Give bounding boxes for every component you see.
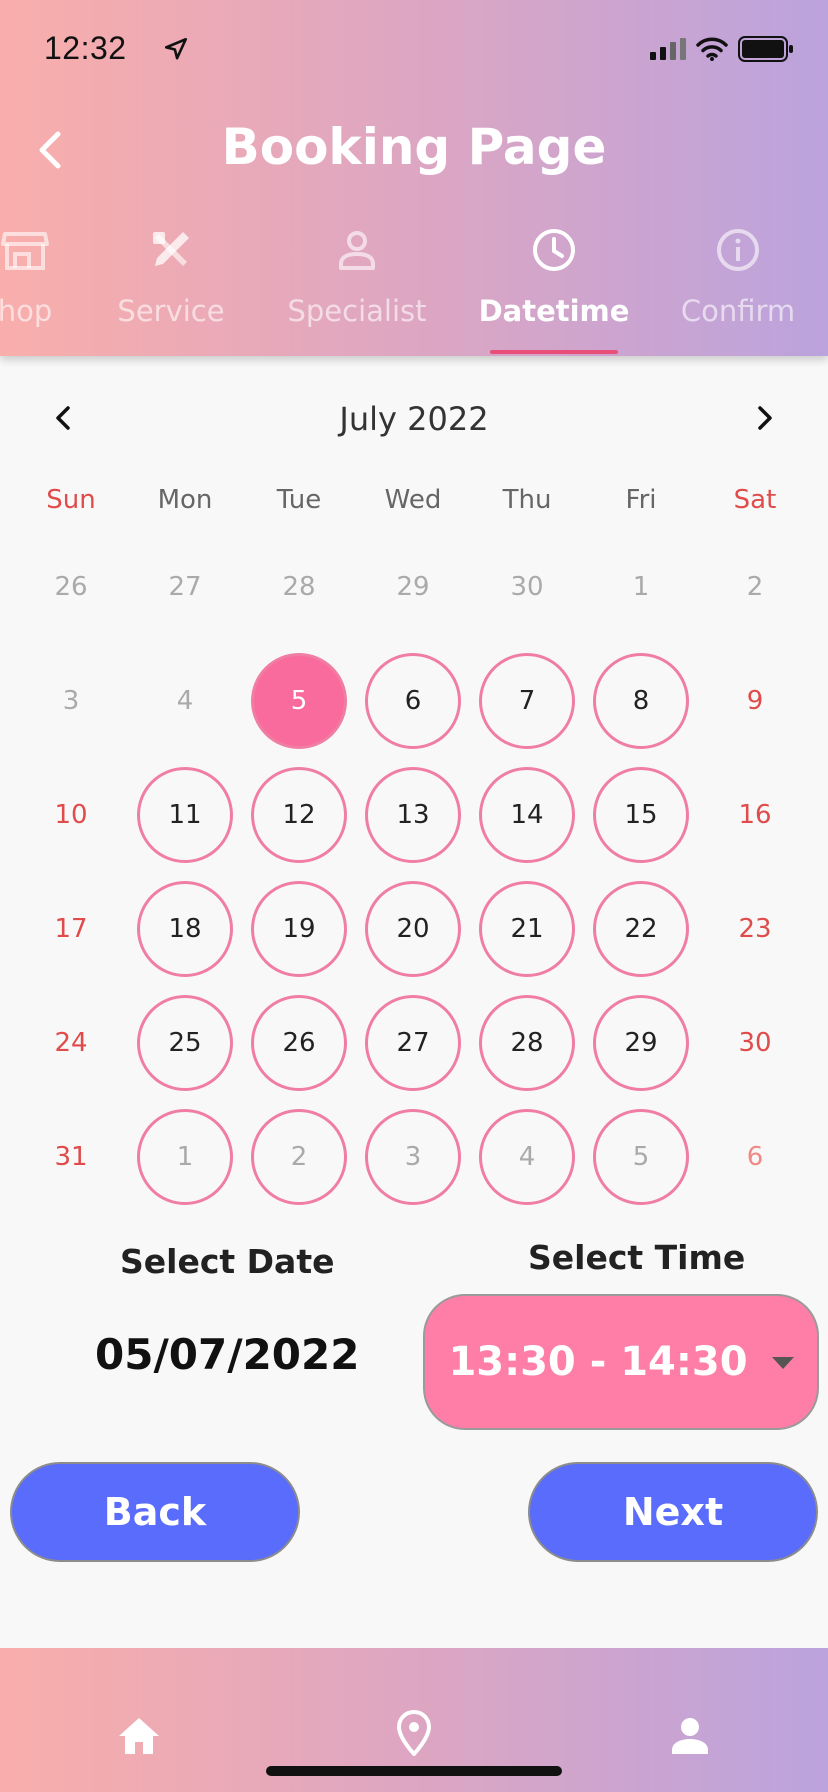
calendar-day[interactable]: 11 xyxy=(137,767,233,863)
calendar-grid: Sun Mon Tue Wed Thu Fri Sat 26 27 28 29 … xyxy=(14,470,814,1214)
calendar-day-selected[interactable]: 5 xyxy=(251,653,347,749)
weekday-label: Tue xyxy=(276,485,322,515)
calendar-day[interactable]: 25 xyxy=(137,995,233,1091)
calendar-day: 16 xyxy=(738,800,772,830)
calendar-day[interactable]: 4 xyxy=(479,1109,575,1205)
calendar-day[interactable]: 1 xyxy=(137,1109,233,1205)
calendar-week: 3 4 5 6 7 8 9 xyxy=(14,644,814,758)
calendar-month-label: July 2022 xyxy=(339,400,489,438)
calendar-week: 17 18 19 20 21 22 23 xyxy=(14,872,814,986)
home-icon[interactable] xyxy=(117,1716,161,1756)
profile-icon[interactable] xyxy=(670,1716,710,1756)
calendar-day[interactable]: 26 xyxy=(251,995,347,1091)
wifi-icon xyxy=(696,37,728,61)
clock-icon xyxy=(533,229,575,271)
calendar-day: 28 xyxy=(282,572,316,602)
calendar-day: 17 xyxy=(54,914,88,944)
app-header: 12:32 Booking Page hop Service Specialis… xyxy=(0,0,828,356)
calendar-day[interactable]: 12 xyxy=(251,767,347,863)
back-button[interactable]: Back xyxy=(10,1462,300,1562)
next-button[interactable]: Next xyxy=(528,1462,818,1562)
tab-label: Confirm xyxy=(680,294,796,328)
calendar-day[interactable]: 5 xyxy=(593,1109,689,1205)
calendar-day[interactable]: 7 xyxy=(479,653,575,749)
tab-service[interactable]: Service xyxy=(86,220,256,328)
calendar-day: 10 xyxy=(54,800,88,830)
tools-icon xyxy=(153,232,189,266)
tab-label: Datetime xyxy=(478,294,630,328)
calendar-day: 3 xyxy=(62,686,80,716)
calendar-day: 9 xyxy=(746,686,764,716)
calendar-day: 31 xyxy=(54,1142,88,1172)
page-title: Booking Page xyxy=(221,118,607,176)
chevron-right-icon[interactable] xyxy=(744,398,784,438)
weekday-label: Wed xyxy=(384,485,442,515)
time-slot-value: 13:30 - 14:30 xyxy=(448,1339,748,1385)
calendar-day[interactable]: 28 xyxy=(479,995,575,1091)
location-pin-icon[interactable] xyxy=(396,1710,432,1756)
calendar-day[interactable]: 19 xyxy=(251,881,347,977)
calendar-day: 27 xyxy=(168,572,202,602)
select-time-label: Select Time xyxy=(528,1238,746,1277)
calendar-day: 26 xyxy=(54,572,88,602)
weekday-label: Fri xyxy=(625,485,657,515)
calendar-day[interactable]: 14 xyxy=(479,767,575,863)
calendar-day[interactable]: 21 xyxy=(479,881,575,977)
info-icon xyxy=(717,229,759,271)
calendar-day[interactable]: 8 xyxy=(593,653,689,749)
calendar-day[interactable]: 18 xyxy=(137,881,233,977)
calendar-day: 4 xyxy=(176,686,194,716)
selected-date-value: 05/07/2022 xyxy=(95,1330,360,1379)
calendar-day[interactable]: 6 xyxy=(365,653,461,749)
booking-steps-tabs: hop Service Specialist Datetime Confirm xyxy=(0,220,828,356)
calendar-day: 2 xyxy=(746,572,764,602)
tab-datetime[interactable]: Datetime xyxy=(469,220,639,328)
calendar-day[interactable]: 13 xyxy=(365,767,461,863)
calendar-day: 24 xyxy=(54,1028,88,1058)
calendar-day[interactable]: 3 xyxy=(365,1109,461,1205)
tab-label: Specialist xyxy=(287,294,427,328)
weekday-label: Thu xyxy=(502,485,552,515)
weekday-row: Sun Mon Tue Wed Thu Fri Sat xyxy=(14,470,814,530)
status-time: 12:32 xyxy=(44,30,127,66)
signal-icon xyxy=(650,38,686,60)
calendar-header: July 2022 xyxy=(0,392,828,448)
calendar-day: 30 xyxy=(738,1028,772,1058)
calendar-day[interactable]: 29 xyxy=(593,995,689,1091)
status-indicators xyxy=(650,36,794,62)
dropdown-caret-icon xyxy=(771,1357,794,1369)
calendar-week: 24 25 26 27 28 29 30 xyxy=(14,986,814,1100)
weekday-label: Sun xyxy=(46,485,96,515)
calendar-day[interactable]: 15 xyxy=(593,767,689,863)
calendar-day: 30 xyxy=(510,572,544,602)
battery-icon xyxy=(738,36,793,62)
select-date-label: Select Date xyxy=(120,1242,335,1281)
calendar-day[interactable]: 27 xyxy=(365,995,461,1091)
weekday-label: Sat xyxy=(733,485,777,515)
calendar-day[interactable]: 22 xyxy=(593,881,689,977)
time-slot-dropdown[interactable]: 13:30 - 14:30 xyxy=(423,1294,819,1430)
calendar-week: 26 27 28 29 30 1 2 xyxy=(14,530,814,644)
calendar-day: 23 xyxy=(738,914,772,944)
person-icon xyxy=(339,231,375,270)
calendar-day[interactable]: 2 xyxy=(251,1109,347,1205)
home-indicator xyxy=(266,1766,562,1776)
calendar-day: 1 xyxy=(632,572,650,602)
calendar-week: 31 1 2 3 4 5 6 xyxy=(14,1100,814,1214)
active-tab-indicator xyxy=(490,350,618,354)
tab-specialist[interactable]: Specialist xyxy=(272,220,442,328)
store-icon xyxy=(1,232,49,270)
calendar-day[interactable]: 20 xyxy=(365,881,461,977)
calendar-day: 6 xyxy=(746,1142,764,1172)
calendar-day: 29 xyxy=(396,572,430,602)
location-arrow-icon xyxy=(164,37,188,60)
tab-label: Service xyxy=(117,294,225,328)
tab-confirm[interactable]: Confirm xyxy=(653,220,823,328)
weekday-label: Mon xyxy=(157,485,213,515)
calendar-week: 10 11 12 13 14 15 16 xyxy=(14,758,814,872)
